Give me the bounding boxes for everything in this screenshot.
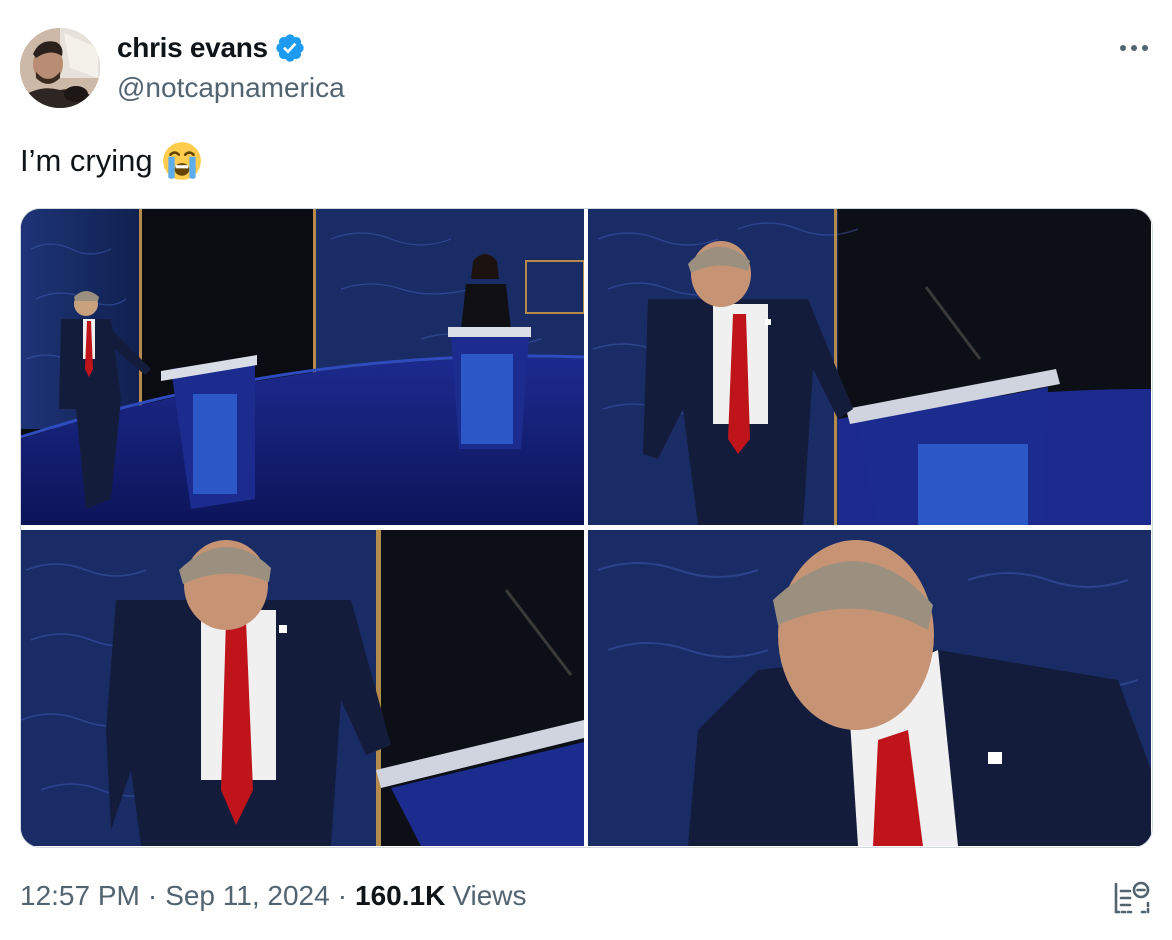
display-name[interactable]: chris evans <box>117 32 268 64</box>
author-handle[interactable]: @notcapnamerica <box>117 72 345 104</box>
media-image-3[interactable] <box>21 530 584 846</box>
meta-separator: · <box>147 880 158 911</box>
meta-separator: · <box>337 880 348 911</box>
avatar[interactable] <box>20 28 100 108</box>
loudly-crying-face-icon <box>162 142 201 180</box>
media-image-1[interactable] <box>21 209 584 525</box>
more-options-icon[interactable] <box>1112 30 1156 66</box>
media-grid <box>20 208 1153 848</box>
tweet-time[interactable]: 12:57 PM <box>20 880 140 912</box>
media-image-4[interactable] <box>588 530 1151 846</box>
analytics-icon[interactable] <box>1112 878 1152 918</box>
tweet-text: I’m crying <box>20 140 203 182</box>
views-label: Views <box>452 880 527 911</box>
tweet-date[interactable]: Sep 11, 2024 <box>165 880 330 912</box>
tweet-text-content: I’m crying <box>20 143 153 178</box>
views-count: 160.1K <box>355 880 446 911</box>
verified-badge-icon <box>276 34 304 62</box>
tweet-meta: 12:57 PM · Sep 11, 2024 · 160.1K Views <box>20 880 527 912</box>
media-image-2[interactable] <box>588 209 1151 525</box>
